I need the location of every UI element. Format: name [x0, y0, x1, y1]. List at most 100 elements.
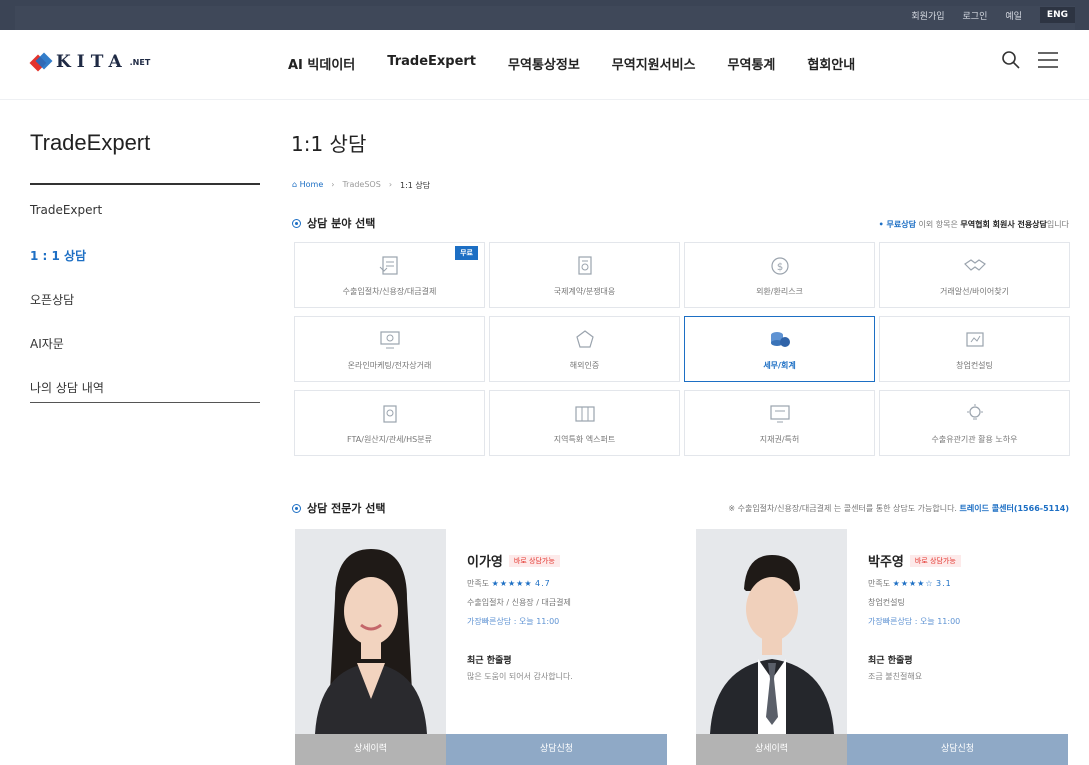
contract-icon — [577, 256, 592, 275]
nav-tradeexpert[interactable]: TradeExpert — [387, 54, 476, 73]
expert-card: 이가영 바로 상담가능 만족도 ★★★★★ 4.7 수출입절차 / 신용장 / … — [295, 529, 667, 765]
category-label: 국제계약/분쟁대응 — [553, 287, 616, 296]
review-text: 많은 도움이 되어서 감사합니다. — [467, 672, 573, 681]
category-contract-dispute[interactable]: 국제계약/분쟁대응 — [489, 242, 680, 308]
patent-icon — [769, 405, 790, 423]
expert-section-title: 상담 전문가 선택 — [307, 502, 386, 515]
monitor-icon — [379, 331, 400, 349]
breadcrumb-separator: › — [331, 180, 335, 189]
search-icon[interactable] — [1001, 50, 1021, 74]
category-buyer-matching[interactable]: 거래알선/바이어찾기 — [879, 242, 1070, 308]
category-patent[interactable]: 지재권/특허 — [684, 390, 875, 456]
category-online-marketing[interactable]: 온라인마케팅/전자상거래 — [294, 316, 485, 382]
dollar-coin-icon: $ — [770, 257, 789, 275]
signup-link[interactable]: 회원가입 — [911, 9, 944, 22]
certificate-icon — [575, 330, 594, 348]
kita-logo[interactable]: KITA .NET — [29, 52, 151, 72]
svg-text:$: $ — [776, 262, 782, 273]
field-section-heading: 상담 분야 선택 — [292, 215, 375, 231]
expert-card: 박주영 바로 상담가능 만족도 ★★★★☆ 3.1 창업컨설팅 가장빠른상담 :… — [696, 529, 1068, 765]
expert-fields: 창업컨설팅 — [868, 598, 905, 607]
nav-association[interactable]: 협회안내 — [807, 54, 855, 73]
breadcrumb-mid[interactable]: TradeSOS — [342, 180, 380, 191]
field-section-title: 상담 분야 선택 — [307, 217, 376, 230]
breadcrumb: ⌂ Home › TradeSOS › 1:1 상담 — [292, 180, 430, 191]
category-export-agencies[interactable]: 수출유관기관 활용 노하우 — [879, 390, 1070, 456]
free-badge: 무료 — [455, 246, 478, 260]
yeil-link[interactable]: 예일 — [1005, 9, 1022, 22]
category-tax-accounting[interactable]: 세무/회계 — [684, 316, 875, 382]
idea-bulb-icon — [966, 404, 983, 420]
utility-links: 회원가입 로그인 예일 ENG — [911, 0, 1075, 30]
site-header: KITA .NET AI 빅데이터 TradeExpert 무역통상정보 무역지… — [0, 30, 1089, 100]
nav-trade-info[interactable]: 무역통상정보 — [508, 54, 580, 73]
rating-stars-icon: ★★★★☆ — [892, 579, 934, 588]
page-title: 1:1 상담 — [291, 132, 367, 156]
tariff-icon — [382, 405, 397, 423]
category-label: 수출입절차/신용장/대금결제 — [342, 287, 437, 296]
category-label: 외환/환리스크 — [756, 287, 803, 296]
category-export-import[interactable]: 무료 수출입절차/신용장/대금결제 — [294, 242, 485, 308]
review-title: 최근 한줄평 — [467, 656, 512, 666]
availability-tag: 바로 상담가능 — [909, 554, 961, 567]
expert-photo — [696, 529, 847, 734]
breadcrumb-separator: › — [388, 180, 393, 189]
sidebar-item-one-on-one[interactable]: 1 : 1 상담 — [30, 247, 260, 291]
field-section-note: • 무료상담 이외 항목은 무역협회 회원사 전용상담입니다 — [878, 220, 1069, 229]
detail-history-button[interactable]: 상세이력 — [295, 734, 446, 765]
sidebar-item-ai-advice[interactable]: AI자문 — [30, 335, 260, 379]
rating-stars-icon: ★★★★★ — [491, 579, 533, 588]
sidebar-item-tradeexpert[interactable]: TradeExpert — [30, 203, 260, 247]
sidebar-bottom-divider — [30, 402, 260, 403]
sidebar-divider — [30, 183, 260, 185]
nav-trade-stats[interactable]: 무역통계 — [728, 54, 776, 73]
category-label: 거래알선/바이어찾기 — [940, 287, 1009, 296]
category-regional-expert[interactable]: 지역특화 엑스퍼트 — [489, 390, 680, 456]
category-label: FTA/원산지/관세/HS분류 — [347, 435, 432, 444]
category-grid: 무료 수출입절차/신용장/대금결제 국제계약/분쟁대응 $ 외환/환리스크 거래… — [294, 242, 1070, 456]
category-label: 수출유관기관 활용 노하우 — [931, 435, 1018, 444]
review-title: 최근 한줄평 — [868, 656, 913, 666]
breadcrumb-home[interactable]: ⌂ Home — [292, 180, 323, 191]
category-forex[interactable]: $ 외환/환리스크 — [684, 242, 875, 308]
startup-icon — [965, 332, 984, 347]
detail-history-button[interactable]: 상세이력 — [696, 734, 847, 765]
category-label: 온라인마케팅/전자상거래 — [347, 361, 432, 370]
apply-consult-button[interactable]: 상담신청 — [847, 734, 1068, 765]
category-startup-consulting[interactable]: 창업컨설팅 — [879, 316, 1070, 382]
call-center-link[interactable]: 트레이드 콜센터(1566-5114) — [960, 504, 1069, 513]
breadcrumb-current: 1:1 상담 — [400, 181, 431, 190]
category-fta-tariff[interactable]: FTA/원산지/관세/HS분류 — [294, 390, 485, 456]
earliest-available: 가장빠른상담 : 오늘 11:00 — [467, 617, 560, 626]
main-navigation: AI 빅데이터 TradeExpert 무역통상정보 무역지원서비스 무역통계 … — [288, 54, 855, 73]
category-label: 지재권/특허 — [759, 435, 800, 444]
login-link[interactable]: 로그인 — [963, 9, 988, 22]
sidebar-title: TradeExpert — [30, 130, 151, 155]
category-label: 해외인증 — [569, 361, 600, 370]
expert-fields: 수출입절차 / 신용장 / 대금결제 — [467, 598, 571, 607]
apply-consult-button[interactable]: 상담신청 — [446, 734, 667, 765]
region-map-icon — [574, 406, 595, 422]
sidebar-item-open-consult[interactable]: 오픈상담 — [30, 291, 260, 335]
category-label: 세무/회계 — [763, 361, 796, 370]
nav-trade-support[interactable]: 무역지원서비스 — [612, 54, 696, 73]
satisfaction-row: 만족도 ★★★★★ 4.7 — [467, 579, 551, 588]
review-text: 조금 불친절해요 — [868, 672, 923, 681]
expert-name: 박주영 — [868, 555, 904, 570]
availability-tag: 바로 상담가능 — [508, 554, 560, 567]
sidebar-item-my-history[interactable]: 나의 상담 내역 — [30, 379, 260, 423]
menu-icon[interactable] — [1037, 51, 1059, 73]
nav-ai-bigdata[interactable]: AI 빅데이터 — [288, 54, 355, 73]
kita-logo-mark-icon — [29, 52, 53, 72]
logo-suffix: .NET — [129, 57, 151, 67]
expert-info: 박주영 바로 상담가능 만족도 ★★★★☆ 3.1 창업컨설팅 가장빠른상담 :… — [868, 551, 1058, 682]
expert-name: 이가영 — [467, 555, 503, 570]
category-certification[interactable]: 해외인증 — [489, 316, 680, 382]
handshake-icon — [963, 259, 986, 271]
expert-photo — [295, 529, 446, 734]
header-icons — [1001, 50, 1059, 74]
logo-text: KITA — [56, 52, 128, 72]
eng-language-button[interactable]: ENG — [1039, 7, 1075, 23]
expert-section-heading: 상담 전문가 선택 — [292, 500, 386, 516]
section-bullet-icon — [292, 503, 301, 513]
